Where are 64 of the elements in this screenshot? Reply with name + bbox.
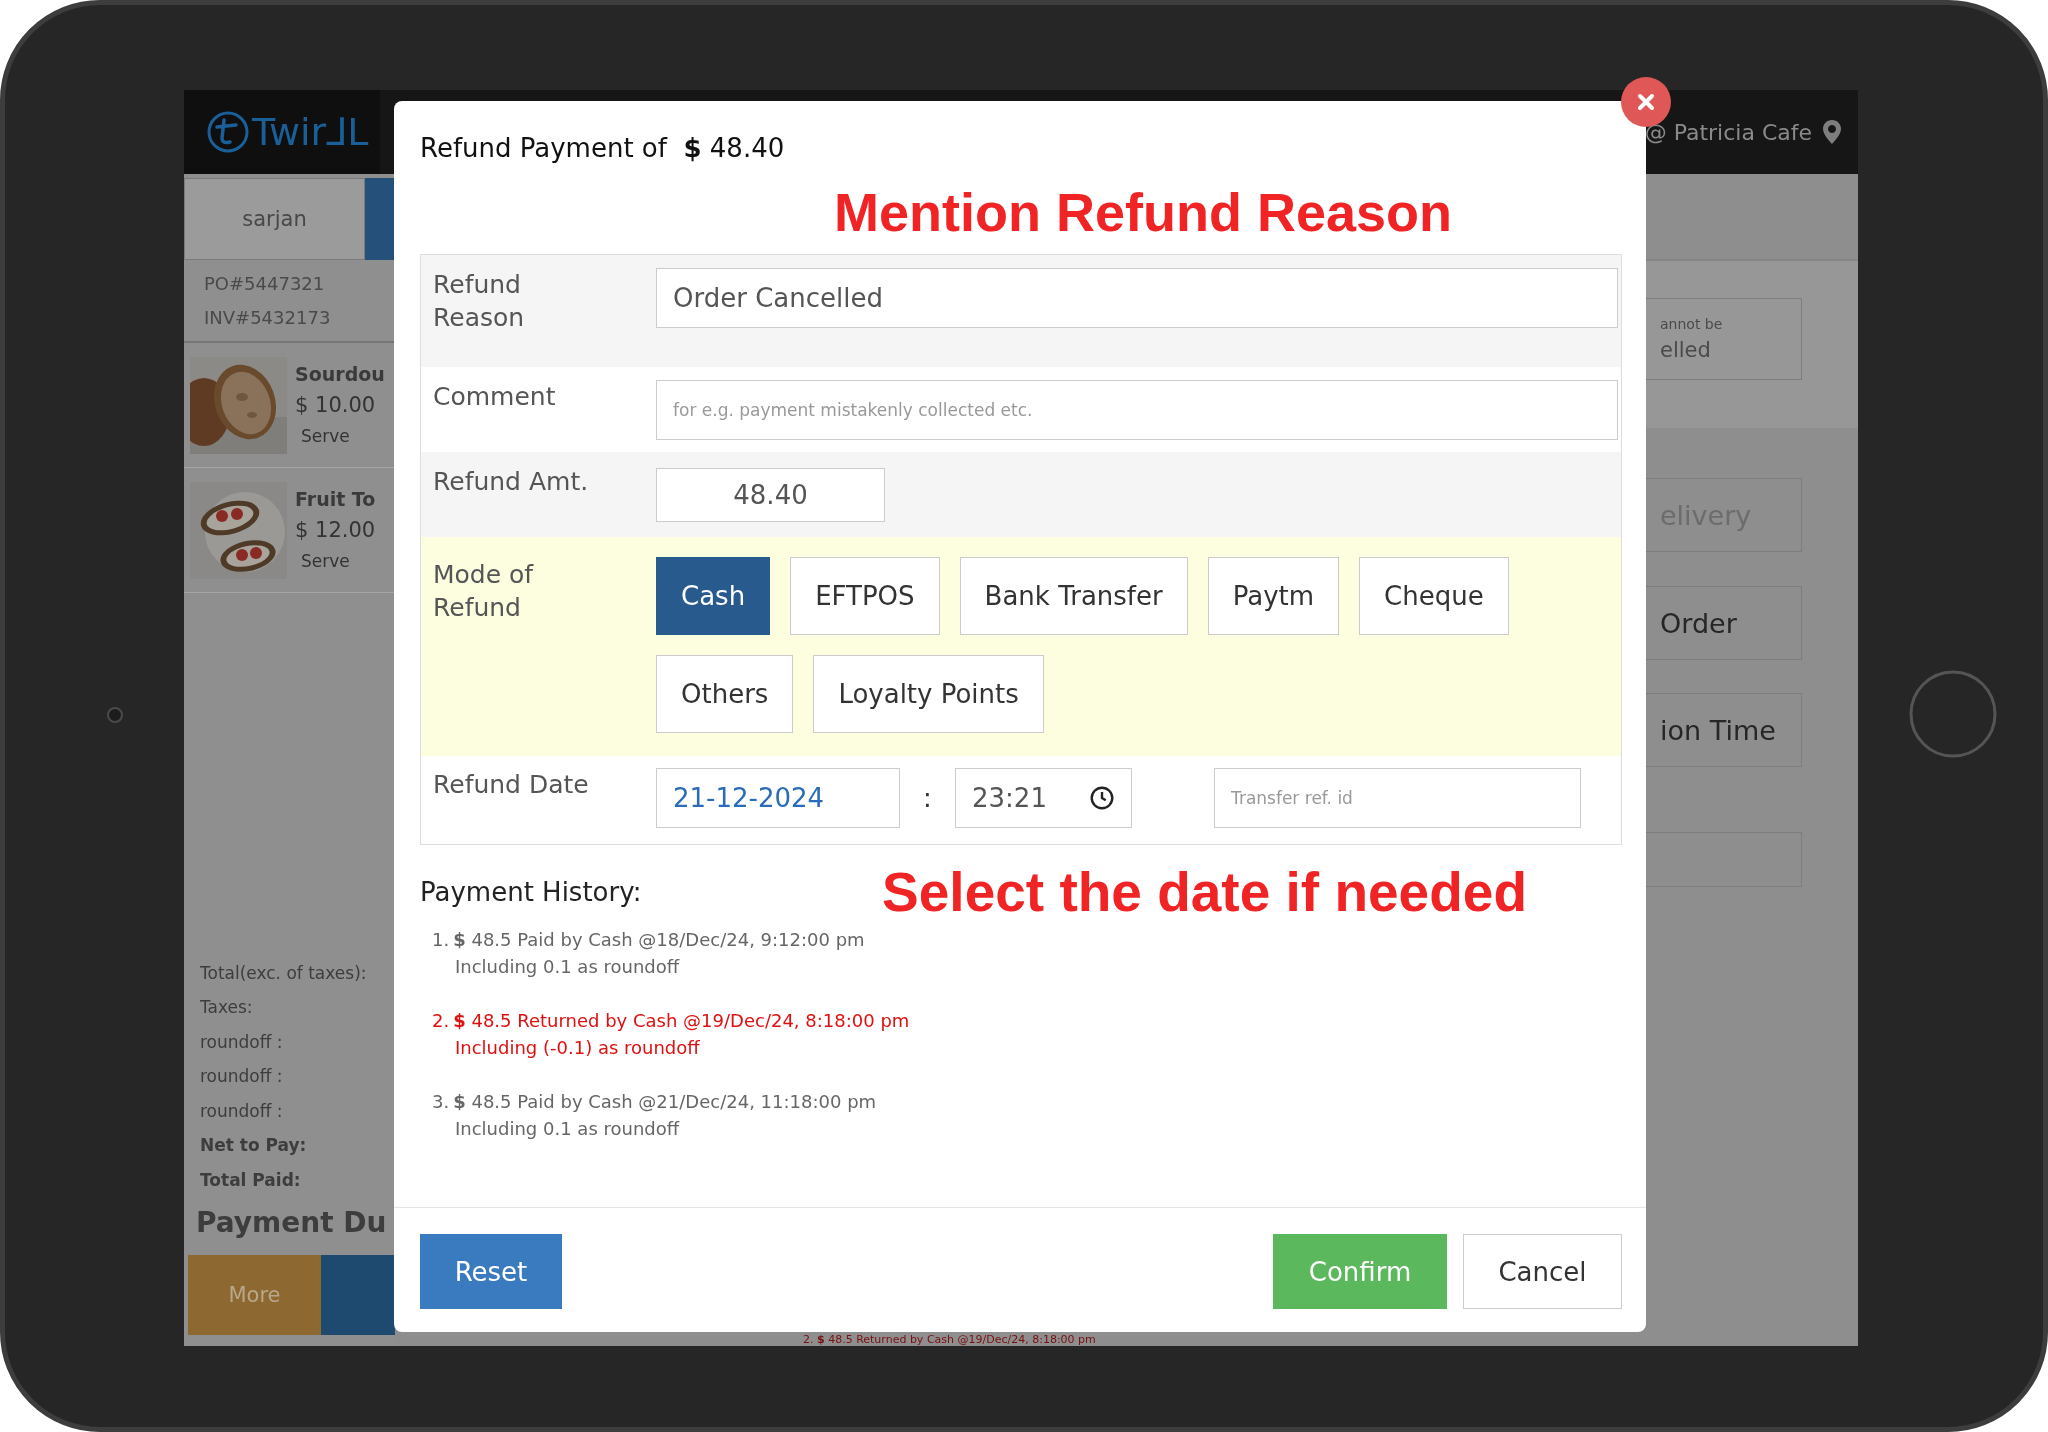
refund-reason-field[interactable]: Order Cancelled	[656, 268, 1618, 328]
field-label: Mode of Refund	[433, 559, 535, 624]
field-label: Refund Amt.	[433, 466, 590, 498]
time-field[interactable]: 23:21	[955, 768, 1132, 828]
clock-icon	[1089, 785, 1115, 811]
total-label: roundoff :	[200, 1030, 284, 1054]
history-note: Including 0.1 as roundoff	[454, 955, 681, 979]
total-label: roundoff :	[200, 1065, 284, 1088]
list-number: 1.	[432, 928, 450, 952]
history-entry: $ 48.5 Paid by Cash @18/Dec/24, 9:12:00 pm	[453, 928, 865, 952]
order-item[interactable]: Fruit To $ 12.00 Serve	[184, 468, 395, 593]
total-label: Net to Pay:	[200, 1134, 308, 1157]
history-entry: $ 48.5 Returned by Cash @19/Dec/24, 8:18:00 pm	[453, 1009, 910, 1033]
invoice-number: INV#5432173	[204, 305, 332, 330]
history-entry: $ 48.5 Paid by Cash @21/Dec/24, 11:18:00 pm	[453, 1090, 877, 1114]
comment-field[interactable]: for e.g. payment mistakenly collected etc.	[656, 380, 1618, 440]
location-label: @ Patricia Cafe	[1644, 119, 1812, 145]
home-button[interactable]	[1908, 669, 1998, 759]
po-number: PO#5447321	[204, 271, 326, 296]
payment-due-heading: Payment Du	[195, 1205, 388, 1241]
item-name: Sourdou	[295, 362, 385, 387]
refund-mode-button[interactable]: EFTPOS	[790, 557, 940, 635]
refund-mode-button[interactable]: Cash	[656, 557, 771, 635]
history-note: Including (-0.1) as roundoff	[454, 1036, 701, 1060]
refund-mode-button[interactable]: Paytm	[1207, 557, 1340, 635]
refund-amount-field[interactable]: 48.40	[656, 468, 885, 522]
close-icon	[1636, 92, 1656, 112]
history-note: Including 0.1 as roundoff	[454, 1117, 681, 1141]
date-field[interactable]: 21-12-2024	[656, 768, 900, 828]
time-separator: :	[922, 782, 933, 815]
annotation-text: Mention Refund Reason	[833, 181, 1453, 244]
list-number: 3.	[432, 1090, 450, 1114]
reset-button[interactable]: Reset	[420, 1234, 562, 1309]
dialog-title: Refund Payment of $ 48.40	[420, 132, 786, 165]
refund-mode-button[interactable]: Loyalty Points	[813, 655, 1044, 733]
item-status: Serve	[300, 550, 351, 573]
field-label: Comment	[433, 381, 557, 413]
transfer-reference-field[interactable]: Transfer ref. id	[1214, 768, 1581, 828]
field-label: Refund Date	[433, 769, 590, 801]
camera-icon	[105, 705, 125, 725]
cancel-button[interactable]: Cancel	[1463, 1234, 1622, 1309]
location-pin-icon	[1822, 119, 1842, 145]
history-heading: Payment History:	[420, 877, 642, 907]
notice-text: elled	[1660, 337, 1712, 364]
total-label: Total(exc. of taxes):	[200, 961, 368, 985]
refund-mode-button[interactable]: Bank Transfer	[959, 557, 1188, 635]
total-label: Taxes:	[200, 996, 254, 1019]
history-entry: 2. $ 48.5 Returned by Cash @19/Dec/24, 8:18:00 pm	[803, 1333, 1097, 1346]
item-name: Fruit To	[295, 487, 376, 512]
total-label: roundoff :	[200, 1099, 284, 1123]
order-tab[interactable]	[365, 178, 395, 260]
notice-text: annot be	[1660, 315, 1724, 334]
total-label: Total Paid:	[200, 1168, 302, 1192]
logo-icon	[206, 110, 250, 154]
list-number: 2.	[432, 1009, 450, 1033]
item-price: $ 10.00	[295, 392, 377, 419]
item-price: $ 12.00	[295, 517, 376, 544]
refund-mode-button[interactable]: Cheque	[1359, 557, 1509, 635]
field-label: Refund Reason	[433, 269, 526, 334]
refund-mode-button[interactable]: Others	[656, 655, 794, 733]
annotation-text: Select the date if needed	[882, 860, 1527, 924]
order-item[interactable]: Sourdou $ 10.00 Serve	[184, 343, 395, 468]
item-status: Serve	[300, 425, 351, 448]
logo-text: Twir⅃L	[252, 113, 369, 151]
